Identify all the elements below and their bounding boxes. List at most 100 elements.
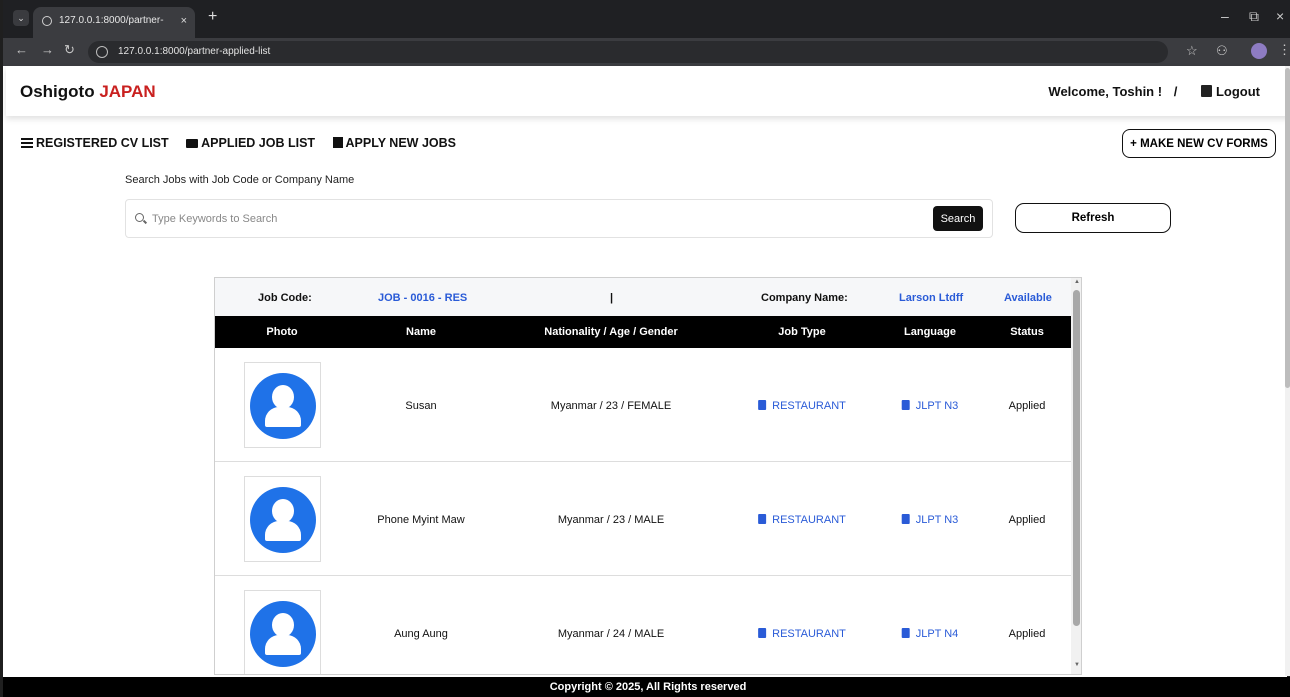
language-link[interactable]: JLPT N3 (901, 514, 959, 526)
page-scrollbar[interactable] (1285, 66, 1290, 676)
applicant-details: Myanmar / 24 / MALE (557, 628, 665, 640)
header-separator: / (1173, 84, 1178, 99)
applicants-table: Job Code: JOB - 0016 - RES | Company Nam… (214, 277, 1082, 675)
company-name-label: Company Name: (761, 292, 848, 304)
document-icon (758, 628, 767, 638)
job-info-divider: | (610, 292, 614, 304)
brand-accent: JAPAN (99, 82, 156, 101)
logout-link[interactable]: Logout (1189, 84, 1260, 99)
applicant-name: Aung Aung (394, 628, 448, 640)
applicant-photo (244, 590, 321, 674)
applicant-details: Myanmar / 23 / FEMALE (550, 400, 672, 412)
building-icon (332, 137, 343, 148)
language-label: JLPT N4 (915, 628, 959, 640)
job-info-row: Job Code: JOB - 0016 - RES | Company Nam… (215, 278, 1071, 316)
application-status: Applied (1008, 400, 1046, 412)
site-info-icon[interactable] (96, 46, 108, 58)
scroll-up-icon[interactable]: ▲ (1074, 279, 1080, 285)
availability-status: Available (1004, 292, 1052, 304)
refresh-button[interactable]: Refresh (1015, 203, 1171, 233)
table-scrollbar[interactable]: ▲ ▼ (1071, 278, 1081, 674)
profile-avatar[interactable] (1251, 43, 1267, 59)
job-type-label: RESTAURANT (772, 514, 846, 526)
back-icon[interactable]: ← (15, 42, 28, 57)
applicant-name: Susan (405, 400, 437, 412)
brand-logo[interactable]: Oshigoto JAPAN (20, 82, 156, 102)
applicant-name: Phone Myint Maw (377, 514, 465, 526)
address-bar[interactable]: 127.0.0.1:8000/partner-applied-list (88, 41, 1168, 63)
job-type-link[interactable]: RESTAURANT (758, 514, 846, 526)
page-scroll-thumb[interactable] (1285, 68, 1290, 388)
logout-label: Logout (1215, 84, 1260, 99)
document-icon (901, 514, 910, 524)
main-menu: REGISTERED CV LIST APPLIED JOB LIST APPL… (21, 136, 470, 150)
site-header: Oshigoto JAPAN Welcome, Toshin ! / Logou… (6, 66, 1290, 116)
search-icon (135, 213, 144, 222)
bookmark-star-icon[interactable]: ☆ (1186, 43, 1198, 59)
job-type-link[interactable]: RESTAURANT (758, 400, 846, 412)
header-name: Name (406, 326, 436, 338)
restore-icon[interactable]: ⧉ (1249, 8, 1259, 25)
list-icon (21, 138, 33, 148)
table-row: Susan Myanmar / 23 / FEMALE RESTAURANT J… (215, 348, 1071, 462)
job-type-label: RESTAURANT (772, 400, 846, 412)
table-header: Photo Name Nationality / Age / Gender Jo… (215, 316, 1071, 348)
document-icon (758, 400, 767, 410)
site-favicon-icon (42, 16, 52, 26)
company-name-value: Larson Ltdff (899, 292, 964, 304)
job-code-value: JOB - 0016 - RES (378, 292, 468, 304)
tab-search-icon[interactable]: ⌄ (13, 10, 29, 26)
search-input[interactable] (152, 210, 932, 228)
menu-apply-new-label: APPLY NEW JOBS (345, 136, 456, 150)
browser-menu-icon[interactable]: ⋮ (1278, 42, 1290, 58)
browser-tab-bar: ⌄ 127.0.0.1:8000/partner-applied × + – ⧉… (3, 0, 1290, 54)
applicant-photo (244, 476, 321, 562)
header-details: Nationality / Age / Gender (544, 326, 678, 338)
applicant-photo (244, 362, 321, 448)
language-label: JLPT N3 (915, 514, 959, 526)
close-tab-icon[interactable]: × (181, 7, 187, 35)
make-new-cv-button[interactable]: + MAKE NEW CV FORMS (1122, 129, 1276, 158)
minimize-icon[interactable]: – (1221, 8, 1229, 24)
job-code-label: Job Code: (258, 292, 312, 304)
welcome-text: Welcome, Toshin ! (1048, 84, 1163, 99)
user-avatar-icon (250, 487, 316, 553)
user-avatar-icon (250, 601, 316, 667)
language-link[interactable]: JLPT N4 (901, 628, 959, 640)
close-window-icon[interactable]: × (1276, 8, 1284, 24)
menu-applied-jobs[interactable]: APPLIED JOB LIST (186, 136, 315, 150)
language-label: JLPT N3 (915, 400, 959, 412)
browser-window: ⌄ 127.0.0.1:8000/partner-applied × + – ⧉… (0, 0, 1290, 697)
new-tab-icon[interactable]: + (208, 8, 217, 26)
menu-registered-label: REGISTERED CV LIST (36, 136, 169, 150)
document-icon (901, 400, 910, 410)
job-type-label: RESTAURANT (772, 628, 846, 640)
forward-icon[interactable]: → (41, 42, 54, 57)
table-row: Phone Myint Maw Myanmar / 23 / MALE REST… (215, 462, 1071, 576)
menu-applied-label: APPLIED JOB LIST (201, 136, 316, 150)
application-status: Applied (1008, 628, 1046, 640)
header-language: Language (904, 326, 956, 338)
search-button[interactable]: Search (933, 206, 983, 231)
language-link[interactable]: JLPT N3 (901, 400, 959, 412)
application-status: Applied (1008, 514, 1046, 526)
applicant-details: Myanmar / 23 / MALE (557, 514, 665, 526)
scroll-down-icon[interactable]: ▼ (1074, 662, 1080, 668)
header-job-type: Job Type (778, 326, 826, 338)
menu-apply-new[interactable]: APPLY NEW JOBS (332, 136, 456, 150)
search-bar: Search (125, 199, 993, 238)
menu-registered-cv[interactable]: REGISTERED CV LIST (21, 136, 169, 150)
reload-icon[interactable]: ↻ (64, 42, 75, 58)
browser-toolbar: ← → ↻ 127.0.0.1:8000/partner-applied-lis… (3, 38, 1290, 66)
browser-tab[interactable]: 127.0.0.1:8000/partner-applied × (33, 7, 195, 54)
header-status: Status (1010, 326, 1044, 338)
user-avatar-icon (250, 373, 316, 439)
address-url: 127.0.0.1:8000/partner-applied-list (118, 46, 271, 57)
table-scroll-thumb[interactable] (1073, 290, 1080, 626)
user-area: Welcome, Toshin ! / Logout (1048, 84, 1260, 99)
extensions-icon[interactable]: ⚇ (1216, 43, 1228, 59)
job-type-link[interactable]: RESTAURANT (758, 628, 846, 640)
header-photo: Photo (266, 326, 298, 338)
document-icon (758, 514, 767, 524)
document-icon (901, 628, 910, 638)
